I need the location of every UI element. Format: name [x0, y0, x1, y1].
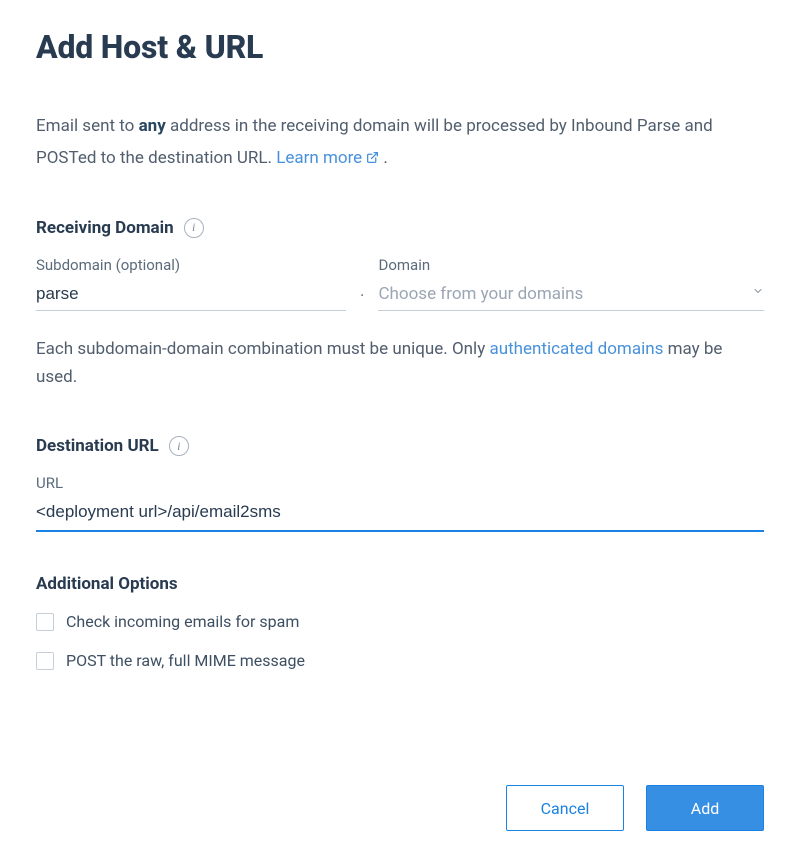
domain-select[interactable]: Choose from your domains	[378, 280, 764, 311]
add-host-url-dialog: Add Host & URL Email sent to any address…	[0, 0, 800, 859]
spam-check-row: Check incoming emails for spam	[36, 612, 764, 631]
url-label: URL	[36, 474, 764, 492]
domain-separator-dot: .	[360, 281, 364, 311]
learn-more-label: Learn more	[276, 148, 362, 168]
dialog-description: Email sent to any address in the receivi…	[36, 110, 764, 176]
url-field: URL	[36, 474, 764, 532]
domain-select-placeholder: Choose from your domains	[378, 284, 583, 304]
domain-field: Domain Choose from your domains	[378, 256, 764, 311]
info-icon[interactable]: i	[184, 218, 204, 238]
dialog-title: Add Host & URL	[36, 28, 764, 66]
destination-url-input[interactable]	[36, 498, 764, 532]
dialog-buttons: Cancel Add	[506, 785, 764, 831]
cancel-button[interactable]: Cancel	[506, 785, 624, 831]
spam-checkbox[interactable]	[36, 613, 54, 631]
domain-fields-row: Subdomain (optional) . Domain Choose fro…	[36, 256, 764, 311]
learn-more-link[interactable]: Learn more	[276, 148, 379, 168]
subdomain-field: Subdomain (optional)	[36, 256, 346, 311]
domain-label: Domain	[378, 256, 764, 274]
domain-helper-text: Each subdomain-domain combination must b…	[36, 335, 764, 393]
destination-url-header: Destination URL i	[36, 436, 764, 456]
destination-url-title: Destination URL	[36, 436, 159, 456]
additional-options-section: Additional Options Check incoming emails…	[36, 574, 764, 670]
external-link-icon	[366, 143, 379, 175]
additional-options-title: Additional Options	[36, 574, 764, 594]
raw-mime-checkbox[interactable]	[36, 652, 54, 670]
desc-text-prefix: Email sent to	[36, 116, 139, 136]
receiving-domain-title: Receiving Domain	[36, 218, 174, 238]
desc-text-suffix: .	[379, 148, 388, 168]
spam-checkbox-label: Check incoming emails for spam	[66, 612, 299, 631]
chevron-down-icon	[752, 282, 764, 302]
desc-bold-any: any	[139, 116, 166, 136]
info-icon[interactable]: i	[169, 436, 189, 456]
subdomain-input[interactable]	[36, 280, 346, 311]
subdomain-label: Subdomain (optional)	[36, 256, 346, 274]
helper-prefix: Each subdomain-domain combination must b…	[36, 339, 489, 359]
receiving-domain-header: Receiving Domain i	[36, 218, 764, 238]
authenticated-domains-link[interactable]: authenticated domains	[489, 339, 663, 359]
raw-mime-row: POST the raw, full MIME message	[36, 651, 764, 670]
add-button[interactable]: Add	[646, 785, 764, 831]
raw-mime-checkbox-label: POST the raw, full MIME message	[66, 651, 305, 670]
